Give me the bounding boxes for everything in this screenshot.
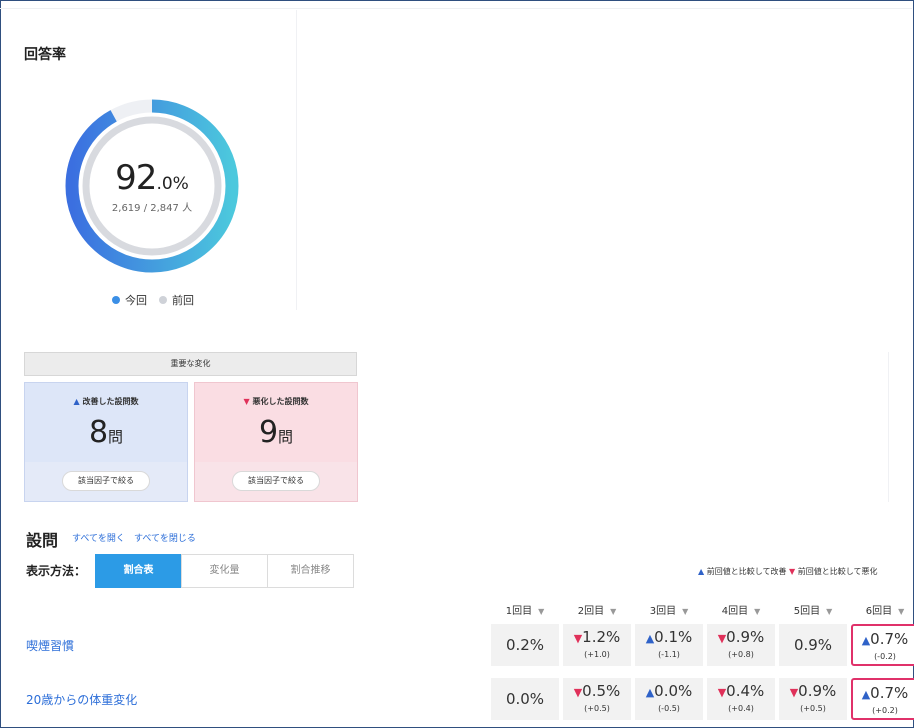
delta-value: (+0.4)	[728, 704, 754, 713]
sort-chevron-icon: ▼	[826, 607, 833, 616]
mode-ratio-table-button[interactable]: 割合表	[95, 554, 182, 588]
legend-previous: 前回	[159, 292, 194, 308]
worsened-count: 9問	[258, 415, 294, 450]
response-rate-donut: 92.0% 2,619 / 2,847 人	[62, 96, 242, 276]
column-header[interactable]: 6回目 ▼	[850, 602, 914, 617]
legend-current: 今回	[112, 292, 147, 308]
sort-chevron-icon: ▼	[538, 607, 545, 616]
table-cell: ▲0.0% (-0.5)	[635, 678, 703, 720]
filter-improved-button[interactable]: 該当因子で絞る	[62, 471, 150, 491]
response-count: 2,619 / 2,847 人	[111, 203, 193, 214]
sort-chevron-icon: ▼	[754, 607, 761, 616]
response-rate-title: 回答率	[24, 47, 66, 63]
improved-label: ▲ 改善した設問数	[73, 397, 139, 406]
triangle-down-icon: ▼	[243, 397, 250, 406]
triangle-up-icon: ▲	[73, 397, 80, 406]
top-strip	[0, 0, 912, 9]
table-cell: ▼0.9% (+0.5)	[779, 678, 847, 720]
triangle-up-icon: ▲	[861, 634, 871, 647]
triangle-down-icon: ▼	[573, 632, 583, 645]
divider	[888, 352, 889, 502]
table-cell: ▼0.9% (+0.8)	[707, 624, 775, 666]
worsened-label: ▼ 悪化した設問数	[243, 397, 309, 406]
comparison-legend: ▲ 前回値と比較して改善 ▼ 前回値と比較して悪化	[698, 567, 878, 576]
important-change-header: 重要な変化	[24, 352, 357, 376]
column-header[interactable]: 1回目 ▼	[490, 602, 560, 617]
triangle-up-icon: ▲	[861, 688, 871, 701]
table-cell: ▲0.1% (-1.1)	[635, 624, 703, 666]
delta-value: (-0.5)	[658, 704, 680, 713]
table-cell: 0.2%	[491, 624, 559, 666]
expand-all-link[interactable]: すべてを開く	[72, 531, 125, 544]
triangle-down-icon: ▼	[789, 686, 799, 699]
table-cell: ▼0.5% (+0.5)	[563, 678, 631, 720]
question-label[interactable]: 20歳からの体重変化	[26, 691, 137, 708]
table-cell: 0.0%	[491, 678, 559, 720]
delta-value: (-0.2)	[874, 652, 896, 661]
donut-legend: 今回 前回	[112, 292, 206, 308]
display-mode-toggle: 割合表 変化量 割合推移	[95, 554, 354, 588]
questions-title: 設問	[26, 531, 59, 550]
display-mode-label: 表示方法：	[26, 564, 87, 578]
legend-dot	[159, 296, 167, 304]
mode-change-amount-button[interactable]: 変化量	[181, 554, 268, 588]
delta-value: (+0.2)	[872, 706, 898, 715]
collapse-all-link[interactable]: すべてを閉じる	[134, 531, 196, 544]
triangle-up-icon: ▲	[645, 632, 655, 645]
table-cell: ▼0.4% (+0.4)	[707, 678, 775, 720]
table-cell: ▲0.7% (+0.2)	[851, 678, 914, 720]
delta-value: (-1.1)	[658, 650, 680, 659]
triangle-up-icon: ▲	[698, 567, 705, 576]
triangle-down-icon: ▼	[573, 686, 583, 699]
response-rate-value: 92.0%	[115, 158, 189, 198]
table-cell: ▲0.7% (-0.2)	[851, 624, 914, 666]
table-cell: 0.9%	[779, 624, 847, 666]
delta-value: (+0.8)	[728, 650, 754, 659]
improved-card: ▲ 改善した設問数 8問 該当因子で絞る	[24, 382, 188, 502]
improved-count: 8問	[88, 415, 124, 450]
sort-chevron-icon: ▼	[898, 607, 905, 616]
mode-ratio-trend-button[interactable]: 割合推移	[267, 554, 354, 588]
delta-value: (+0.5)	[800, 704, 826, 713]
worsened-card: ▼ 悪化した設問数 9問 該当因子で絞る	[194, 382, 358, 502]
sort-chevron-icon: ▼	[610, 607, 617, 616]
divider	[296, 10, 297, 310]
column-header[interactable]: 2回目 ▼	[562, 602, 632, 617]
triangle-down-icon: ▼	[717, 632, 727, 645]
triangle-down-icon: ▼	[789, 567, 796, 576]
triangle-down-icon: ▼	[717, 686, 727, 699]
column-header[interactable]: 4回目 ▼	[706, 602, 776, 617]
question-label[interactable]: 喫煙習慣	[26, 637, 74, 654]
table-cell: ▼1.2% (+1.0)	[563, 624, 631, 666]
filter-worsened-button[interactable]: 該当因子で絞る	[232, 471, 320, 491]
triangle-up-icon: ▲	[645, 686, 655, 699]
delta-value: (+1.0)	[584, 650, 610, 659]
sort-chevron-icon: ▼	[682, 607, 689, 616]
column-header[interactable]: 3回目 ▼	[634, 602, 704, 617]
delta-value: (+0.5)	[584, 704, 610, 713]
column-header[interactable]: 5回目 ▼	[778, 602, 848, 617]
legend-dot	[112, 296, 120, 304]
